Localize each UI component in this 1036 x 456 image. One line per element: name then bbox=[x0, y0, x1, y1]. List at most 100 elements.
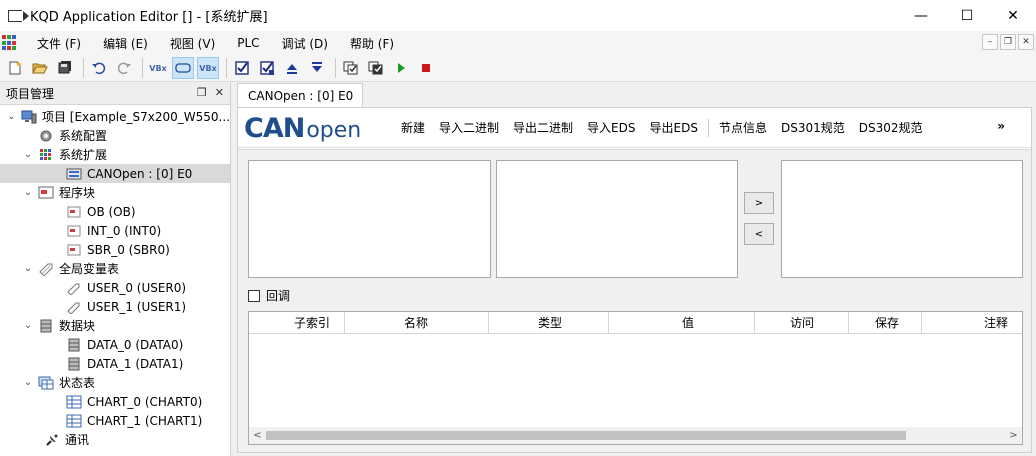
compile-button[interactable] bbox=[340, 57, 362, 79]
chevron-down-icon[interactable]: ⌄ bbox=[22, 263, 34, 275]
tree-item-program-blocks[interactable]: ⌄ 程序块 bbox=[0, 183, 230, 202]
redo-button[interactable] bbox=[113, 57, 135, 79]
ds302-button[interactable]: DS302规范 bbox=[852, 119, 930, 136]
tree-item-status-tables[interactable]: ⌄ 状态表 bbox=[0, 373, 230, 392]
open-folder-button[interactable] bbox=[29, 57, 51, 79]
chevron-down-icon[interactable]: ⌄ bbox=[22, 320, 34, 332]
tree-item-int0[interactable]: INT_0 (INT0) bbox=[0, 221, 230, 240]
menu-view[interactable]: 视图 (V) bbox=[159, 35, 226, 52]
tree-item-data-blocks[interactable]: ⌄ 数据块 bbox=[0, 316, 230, 335]
column-header-value[interactable]: 值 bbox=[609, 312, 755, 333]
maximize-button[interactable]: ☐ bbox=[944, 0, 990, 31]
new-button[interactable]: 新建 bbox=[394, 119, 432, 136]
scroll-left-icon[interactable]: < bbox=[249, 427, 266, 444]
chevron-down-icon[interactable]: ⌄ bbox=[22, 149, 34, 161]
node-info-button[interactable]: 节点信息 bbox=[712, 119, 774, 136]
minimize-button[interactable]: — bbox=[898, 0, 944, 31]
import-eds-button[interactable]: 导入EDS bbox=[580, 119, 642, 136]
column-header-comment[interactable]: 注释 bbox=[922, 312, 1022, 333]
menu-plc[interactable]: PLC bbox=[226, 36, 270, 50]
mdi-close-button[interactable]: ✕ bbox=[1018, 34, 1034, 50]
toolbar: VBx VBx bbox=[0, 55, 1036, 82]
callback-checkbox[interactable] bbox=[248, 289, 260, 302]
app-icon bbox=[8, 9, 29, 22]
object-list-left[interactable] bbox=[248, 160, 491, 278]
new-file-button[interactable] bbox=[4, 57, 26, 79]
compile-all-button[interactable] bbox=[365, 57, 387, 79]
callback-checkbox-row[interactable]: 回调 bbox=[248, 287, 290, 304]
vbx-stack-button[interactable]: VBx bbox=[197, 57, 219, 79]
panel-title: 项目管理 bbox=[6, 87, 55, 101]
module-icon bbox=[66, 167, 82, 181]
mdi-restore-button[interactable]: ❐ bbox=[1000, 34, 1016, 50]
tree-item-global-vars[interactable]: ⌄ 全局变量表 bbox=[0, 259, 230, 278]
menu-debug[interactable]: 调试 (D) bbox=[271, 35, 339, 52]
scroll-track[interactable] bbox=[266, 427, 1005, 444]
tree-item-canopen[interactable]: CANOpen : [0] E0 bbox=[0, 164, 230, 183]
run-button[interactable] bbox=[390, 57, 412, 79]
column-header-access[interactable]: 访问 bbox=[755, 312, 849, 333]
program-block-icon bbox=[38, 186, 54, 200]
tree-item-communication[interactable]: 通讯 bbox=[0, 430, 230, 449]
scroll-thumb[interactable] bbox=[266, 431, 906, 440]
tree-item-user0[interactable]: USER_0 (USER0) bbox=[0, 278, 230, 297]
more-chevron-icon[interactable]: » bbox=[997, 119, 1005, 133]
tree-item-data1[interactable]: DATA_1 (DATA1) bbox=[0, 354, 230, 373]
mdi-minimize-button[interactable]: – bbox=[982, 34, 998, 50]
panel-float-button[interactable]: ❐ bbox=[197, 86, 207, 99]
tree-item-chart1[interactable]: CHART_1 (CHART1) bbox=[0, 411, 230, 430]
close-button[interactable]: ✕ bbox=[990, 0, 1036, 31]
tree-item-user1[interactable]: USER_1 (USER1) bbox=[0, 297, 230, 316]
vbx-button[interactable]: VBx bbox=[147, 57, 169, 79]
menu-file[interactable]: 文件 (F) bbox=[26, 35, 92, 52]
tree-item-project[interactable]: ⌄ 项目 [Example_S7x200_W550... bbox=[0, 107, 230, 126]
panel-close-button[interactable]: ✕ bbox=[215, 86, 224, 99]
chevron-down-icon[interactable]: ⌄ bbox=[6, 111, 17, 123]
document-area: CANOpen : [0] E0 CAN open 新建 导入二进制 导出二进制… bbox=[232, 83, 1036, 456]
toolbar-separator bbox=[142, 58, 143, 78]
horizontal-scrollbar[interactable]: < > bbox=[249, 427, 1022, 444]
tree-item-sbr0[interactable]: SBR_0 (SBR0) bbox=[0, 240, 230, 259]
stop-button[interactable] bbox=[415, 57, 437, 79]
tree-item-data0[interactable]: DATA_0 (DATA0) bbox=[0, 335, 230, 354]
chevron-down-icon[interactable]: ⌄ bbox=[22, 377, 34, 389]
vbx-label: VBx bbox=[149, 63, 167, 73]
object-list-middle[interactable] bbox=[496, 160, 738, 278]
toolbar-separator bbox=[335, 58, 336, 78]
vbx-rect-button[interactable] bbox=[172, 57, 194, 79]
ds301-button[interactable]: DS301规范 bbox=[774, 119, 852, 136]
tree-item-label: USER_1 (USER1) bbox=[87, 299, 187, 314]
menu-edit[interactable]: 编辑 (E) bbox=[92, 35, 159, 52]
import-binary-button[interactable]: 导入二进制 bbox=[432, 119, 506, 136]
column-header-type[interactable]: 类型 bbox=[489, 312, 609, 333]
scroll-right-icon[interactable]: > bbox=[1005, 427, 1022, 444]
upload-button[interactable] bbox=[281, 57, 303, 79]
object-list-right[interactable] bbox=[781, 160, 1023, 278]
tree-item-system-config[interactable]: 系统配置 bbox=[0, 126, 230, 145]
chevron-down-icon[interactable]: ⌄ bbox=[22, 187, 34, 199]
move-left-button[interactable]: < bbox=[744, 223, 774, 245]
column-header-save[interactable]: 保存 bbox=[849, 312, 922, 333]
export-binary-button[interactable]: 导出二进制 bbox=[506, 119, 580, 136]
stop-icon bbox=[422, 64, 430, 72]
tree-item-ob[interactable]: OB (OB) bbox=[0, 202, 230, 221]
tree-item-label: CANOpen : [0] E0 bbox=[87, 166, 193, 181]
tree-item-system-extension[interactable]: ⌄ 系统扩展 bbox=[0, 145, 230, 164]
undo-button[interactable] bbox=[88, 57, 110, 79]
save-all-button[interactable] bbox=[54, 57, 76, 79]
tree-item-label: 通讯 bbox=[65, 433, 90, 447]
menu-help[interactable]: 帮助 (F) bbox=[339, 35, 405, 52]
check-all-button[interactable] bbox=[256, 57, 278, 79]
block-icon bbox=[66, 243, 82, 257]
table-icon bbox=[66, 414, 82, 428]
document-tab-canopen[interactable]: CANOpen : [0] E0 bbox=[237, 83, 363, 107]
check-button[interactable] bbox=[231, 57, 253, 79]
column-header-name[interactable]: 名称 bbox=[345, 312, 489, 333]
download-button[interactable] bbox=[306, 57, 328, 79]
undo-icon bbox=[92, 62, 106, 75]
export-eds-button[interactable]: 导出EDS bbox=[643, 119, 705, 136]
tree-item-label: 系统扩展 bbox=[59, 148, 108, 162]
move-right-button[interactable]: > bbox=[744, 192, 774, 214]
tree-item-chart0[interactable]: CHART_0 (CHART0) bbox=[0, 392, 230, 411]
column-header-subindex[interactable]: 子索引 bbox=[249, 312, 345, 333]
